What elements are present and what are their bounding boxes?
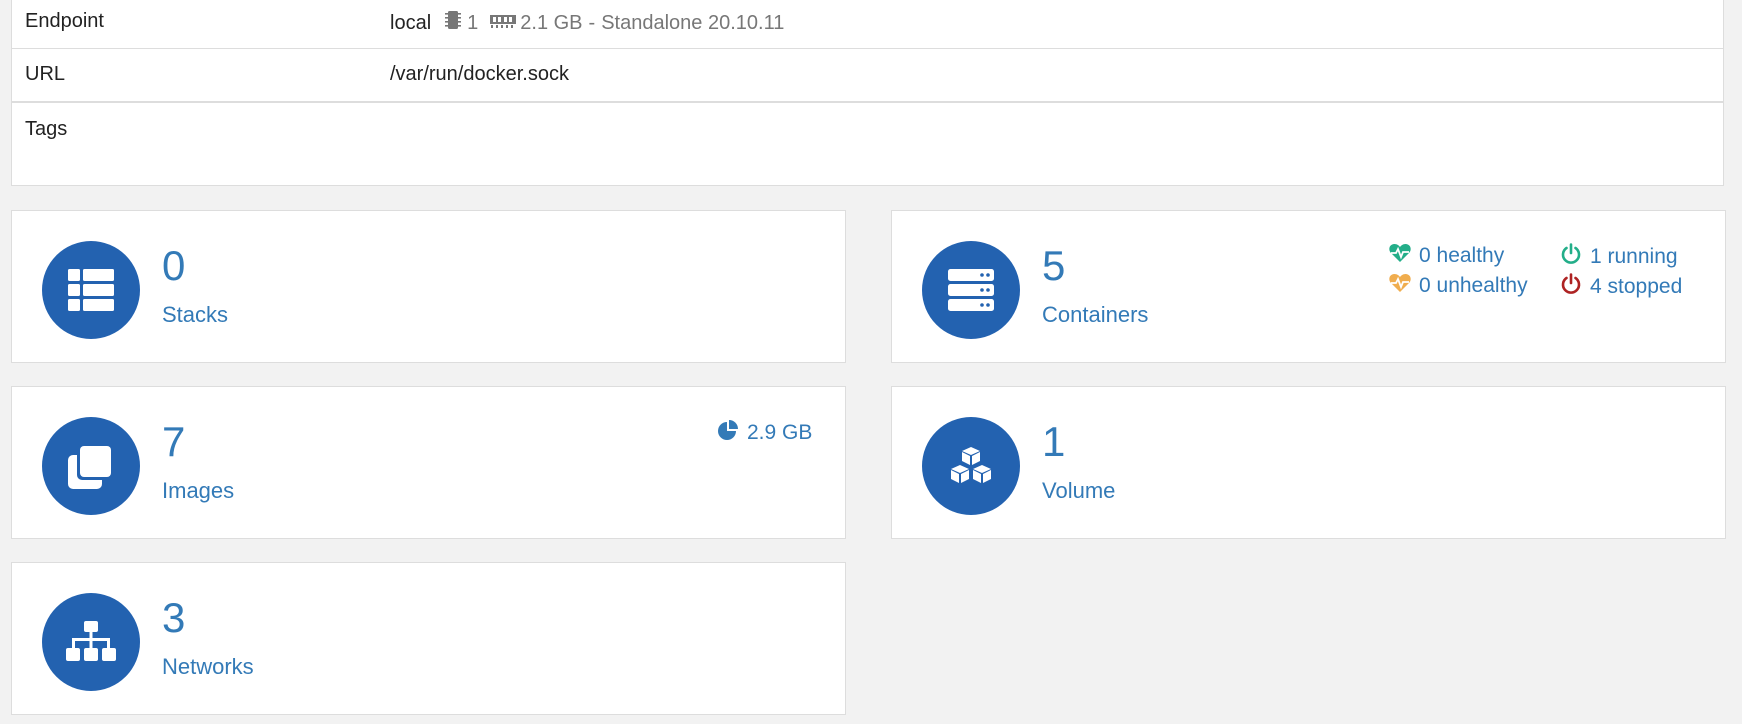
- stacks-label: Stacks: [162, 302, 229, 327]
- cpu-icon: [445, 10, 462, 36]
- images-size: 2.9 GB: [747, 421, 813, 444]
- url-row: URL /var/run/docker.sock: [12, 49, 1723, 103]
- docker-mode: Standalone 20.10.11: [601, 11, 785, 34]
- volumes-count: 1: [1042, 418, 1066, 465]
- containers-card[interactable]: 5 Containers 0 healthy 0 unhealthy 1 run…: [891, 210, 1726, 363]
- endpoint-name: local: [390, 11, 432, 34]
- endpoint-info-panel: Endpoint local 1 2.1 GB - Standalone 20.…: [11, 0, 1724, 186]
- tags-row: Tags: [12, 103, 1723, 186]
- power-icon: [1560, 273, 1590, 301]
- images-label: Images: [162, 478, 235, 503]
- endpoint-row: Endpoint local 1 2.1 GB - Standalone 20.…: [12, 0, 1723, 49]
- url-value: /var/run/docker.sock: [390, 63, 569, 85]
- server-icon: [922, 241, 1020, 339]
- tags-label: Tags: [25, 118, 68, 140]
- power-icon: [1560, 243, 1590, 271]
- volumes-card[interactable]: 1 Volume: [891, 386, 1726, 539]
- networks-card[interactable]: 3 Networks: [11, 562, 846, 715]
- separator: -: [588, 11, 596, 34]
- pie-chart-icon: [717, 419, 747, 447]
- cubes-icon: [922, 417, 1020, 515]
- volumes-label: Volume: [1042, 478, 1116, 503]
- stacks-count: 0: [162, 242, 186, 289]
- memory-icon: [490, 12, 517, 35]
- url-label: URL: [25, 63, 66, 85]
- healthy-text: 0 healthy: [1419, 244, 1505, 267]
- endpoint-value: local 1 2.1 GB - Standalone 20.10.11: [390, 10, 784, 36]
- running-stat: 1 running: [1560, 243, 1678, 271]
- heartbeat-icon: [1389, 273, 1419, 299]
- stopped-stat: 4 stopped: [1560, 273, 1682, 301]
- networks-label: Networks: [162, 654, 254, 679]
- images-count: 7: [162, 418, 186, 465]
- clone-icon: [42, 417, 140, 515]
- stopped-text: 4 stopped: [1590, 275, 1683, 298]
- stacks-card[interactable]: 0 Stacks: [11, 210, 846, 363]
- healthy-stat: 0 healthy: [1389, 243, 1504, 269]
- sitemap-icon: [42, 593, 140, 691]
- unhealthy-stat: 0 unhealthy: [1389, 273, 1528, 299]
- cpu-count: 1: [467, 11, 479, 34]
- endpoint-label: Endpoint: [25, 10, 104, 32]
- images-card[interactable]: 7 Images 2.9 GB: [11, 386, 846, 539]
- containers-count: 5: [1042, 242, 1066, 289]
- running-text: 1 running: [1590, 245, 1678, 268]
- containers-label: Containers: [1042, 302, 1149, 327]
- heartbeat-icon: [1389, 243, 1419, 269]
- memory-value: 2.1 GB: [520, 11, 583, 34]
- unhealthy-text: 0 unhealthy: [1419, 274, 1528, 297]
- networks-count: 3: [162, 594, 186, 641]
- list-icon: [42, 241, 140, 339]
- images-size-stat: 2.9 GB: [717, 419, 812, 447]
